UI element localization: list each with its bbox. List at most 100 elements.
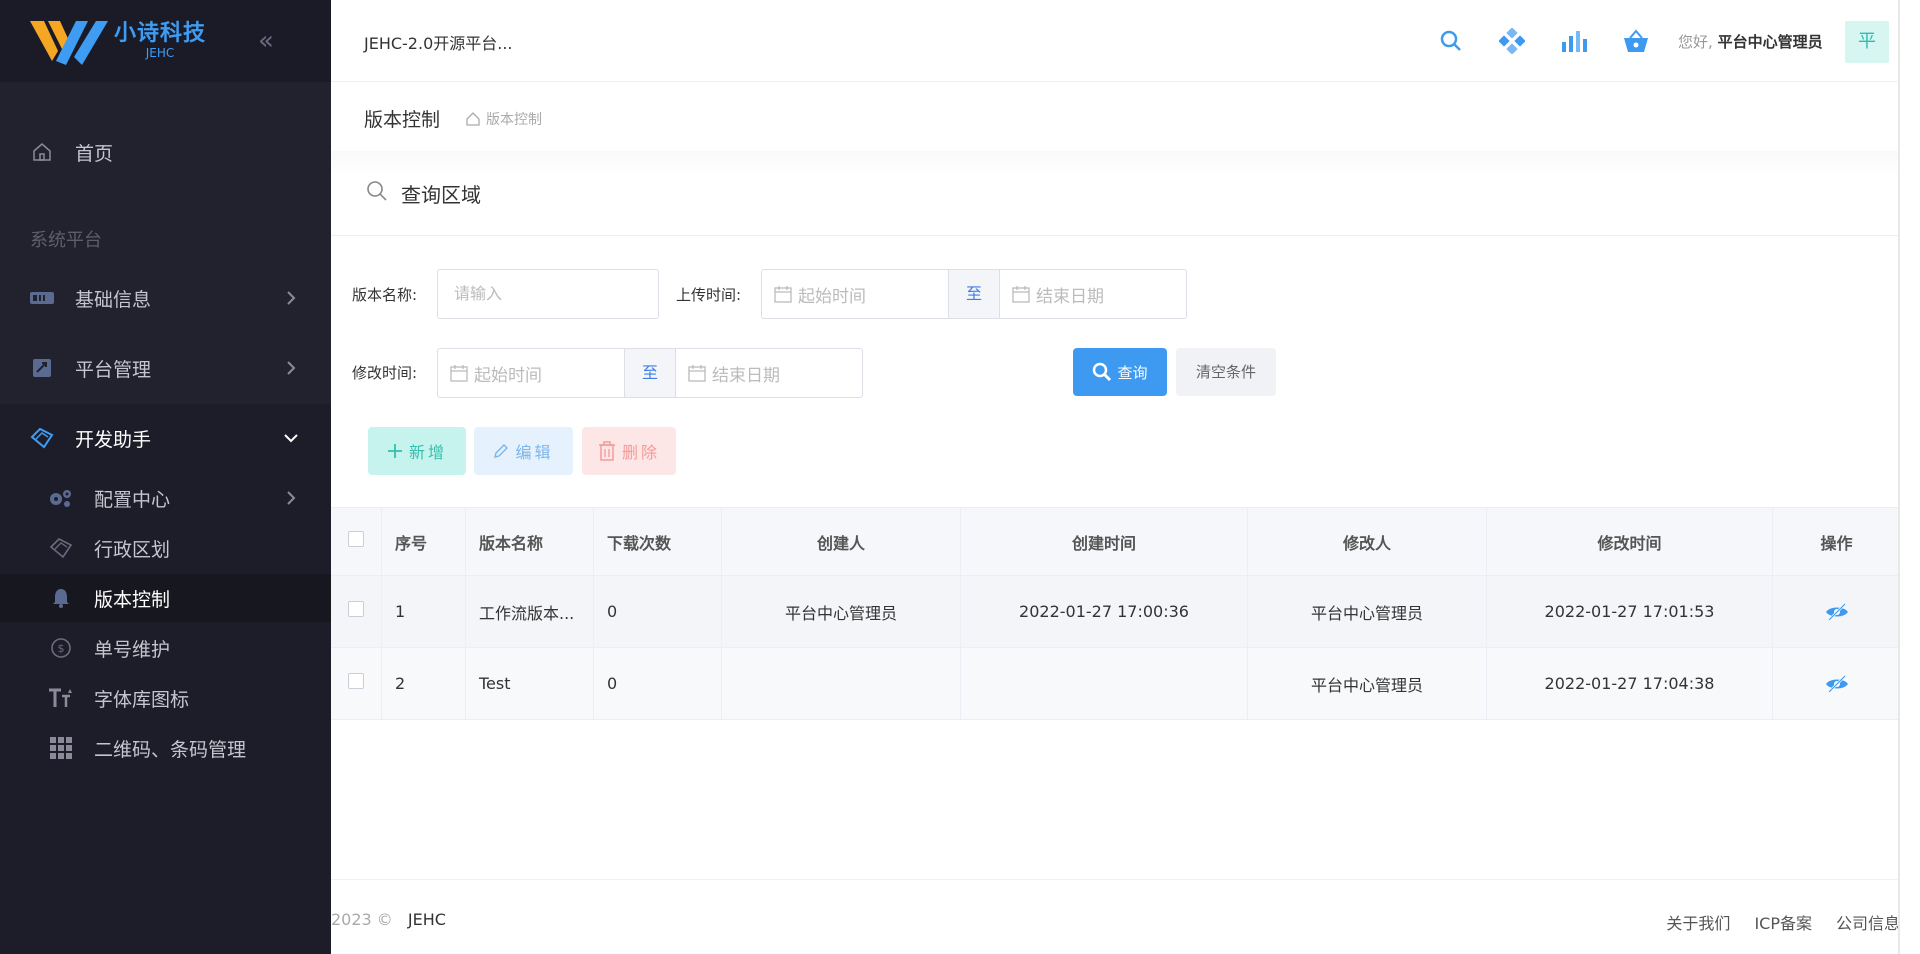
cell-creator: 平台中心管理员 [722, 576, 961, 647]
brand-name: 小诗科技 [114, 21, 207, 46]
sidebar-sub-label: 版本控制 [94, 588, 171, 611]
header-cell: 序号 [382, 508, 466, 575]
chart-icon[interactable] [1559, 26, 1589, 56]
sidebar-sub-label: 配置中心 [94, 488, 171, 511]
hide-icon[interactable] [1825, 674, 1849, 693]
footer-link-company[interactable]: 公司信息 [1836, 910, 1900, 934]
modify-time-label: 修改时间: [352, 364, 418, 382]
upload-start-date[interactable]: 起始时间 [761, 269, 949, 319]
greeting-prefix: 您好, [1678, 33, 1713, 51]
cell-downloads: 0 [594, 648, 722, 719]
version-table: 序号 版本名称 下载次数 创建人 创建时间 修改人 修改时间 操作 1 工作流版… [331, 507, 1900, 720]
calendar-icon [688, 365, 706, 382]
svg-text:$: $ [58, 642, 65, 655]
sidebar-section-label: 系统平台 [30, 230, 102, 251]
sidebar-item-platform[interactable]: 平台管理 [0, 346, 331, 390]
cell-index: 2 [382, 648, 466, 719]
cell-index: 1 [382, 576, 466, 647]
home-icon[interactable] [465, 111, 481, 127]
select-all-checkbox[interactable] [348, 530, 364, 547]
sidebar-sub-label: 行政区划 [94, 538, 171, 561]
table-row[interactable]: 1 工作流版本... 0 平台中心管理员 2022-01-27 17:00:36… [331, 576, 1900, 648]
logo-bar: 小诗科技 JEHC « [0, 0, 331, 82]
pencil-icon [494, 444, 509, 458]
date-range-separator: 至 [625, 348, 675, 398]
edit-button-label: 编辑 [515, 443, 554, 462]
footer-link-about[interactable]: 关于我们 [1666, 910, 1730, 934]
header-cell: 版本名称 [466, 508, 594, 575]
query-button[interactable]: 查询 [1073, 348, 1167, 396]
app-title[interactable]: JEHC-2.0开源平台... [364, 30, 513, 54]
row-select-cell [331, 648, 382, 719]
hide-icon[interactable] [1825, 602, 1849, 621]
row-checkbox[interactable] [348, 672, 364, 689]
sidebar-item-font-icons[interactable]: 字体库图标 [0, 674, 331, 722]
header-cell: 下载次数 [594, 508, 722, 575]
cell-version-name: Test [466, 648, 594, 719]
cell-created-time: 2022-01-27 17:00:36 [961, 576, 1248, 647]
apps-icon[interactable] [1497, 26, 1527, 56]
end-date-placeholder: 结束日期 [1036, 286, 1104, 307]
avatar[interactable]: 平 [1845, 21, 1889, 63]
sidebar-item-number-maintenance[interactable]: $ 单号维护 [0, 624, 331, 672]
search-icon[interactable] [1436, 26, 1466, 56]
page-scrollbar[interactable] [1898, 0, 1900, 954]
table-header-row: 序号 版本名称 下载次数 创建人 创建时间 修改人 修改时间 操作 [331, 508, 1900, 576]
sidebar-item-config-center[interactable]: 配置中心 [0, 474, 331, 522]
font-icon [48, 685, 74, 711]
start-date-placeholder: 起始时间 [798, 286, 866, 307]
modify-start-date[interactable]: 起始时间 [437, 348, 625, 398]
user-name[interactable]: 平台中心管理员 [1718, 33, 1823, 51]
sidebar-group-label: 平台管理 [75, 358, 152, 381]
gem-icon [30, 426, 54, 450]
copyright-text: 2023 © [331, 910, 393, 929]
sidebar-item-dev-helper[interactable]: 开发助手 [0, 416, 331, 460]
sidebar-group-label: 基础信息 [75, 288, 152, 311]
brand-text: 小诗科技 JEHC [114, 21, 207, 61]
cell-modified-time: 2022-01-27 17:01:53 [1487, 576, 1773, 647]
header-cell: 创建人 [722, 508, 961, 575]
cell-creator [722, 648, 961, 719]
modify-end-date[interactable]: 结束日期 [675, 348, 863, 398]
query-area-title: 查询区域 [401, 183, 481, 207]
region-icon [48, 535, 74, 561]
id-card-icon [30, 286, 54, 310]
breadcrumb: 版本控制 [465, 109, 542, 129]
end-date-placeholder: 结束日期 [712, 365, 780, 386]
row-checkbox[interactable] [348, 600, 364, 617]
sidebar-item-qrcode[interactable]: 二维码、条码管理 [0, 724, 331, 772]
bell-icon [48, 585, 74, 611]
version-name-input[interactable]: 请输入 [437, 269, 659, 319]
start-date-placeholder: 起始时间 [474, 365, 542, 386]
delete-button[interactable]: 删除 [582, 427, 676, 475]
clear-conditions-button[interactable]: 清空条件 [1176, 348, 1276, 396]
footer-link-icp[interactable]: ICP备案 [1754, 910, 1812, 934]
sidebar-item-basic-info[interactable]: 基础信息 [0, 276, 331, 320]
edit-button[interactable]: 编辑 [474, 427, 573, 475]
user-greeting: 您好, 平台中心管理员 [1678, 31, 1823, 52]
header-cell: 修改时间 [1487, 508, 1773, 575]
trash-icon [598, 441, 615, 461]
query-panel-header: 查询区域 [331, 151, 1900, 236]
cell-operation [1773, 576, 1900, 647]
collapse-sidebar-icon[interactable]: « [258, 26, 288, 56]
number-icon: $ [48, 635, 74, 661]
search-icon [367, 181, 387, 201]
query-button-label: 查询 [1117, 363, 1148, 382]
footer-brand[interactable]: JEHC [408, 910, 446, 929]
sidebar-item-home[interactable]: 首页 [0, 130, 331, 174]
chevron-right-icon [287, 291, 296, 305]
table-row[interactable]: 2 Test 0 平台中心管理员 2022-01-27 17:04:38 [331, 648, 1900, 720]
page-title: 版本控制 [364, 109, 441, 131]
search-icon [1093, 362, 1112, 382]
basket-icon[interactable] [1621, 26, 1651, 56]
upload-end-date[interactable]: 结束日期 [999, 269, 1187, 319]
cell-version-name: 工作流版本... [466, 576, 594, 647]
cell-created-time [961, 648, 1248, 719]
sidebar-sub-label: 字体库图标 [94, 688, 190, 711]
sidebar-item-version-control[interactable]: 版本控制 [0, 574, 331, 622]
chevron-down-icon [284, 434, 298, 443]
calendar-icon [1012, 286, 1030, 303]
sidebar-item-region[interactable]: 行政区划 [0, 524, 331, 572]
add-button[interactable]: 新增 [368, 427, 466, 475]
